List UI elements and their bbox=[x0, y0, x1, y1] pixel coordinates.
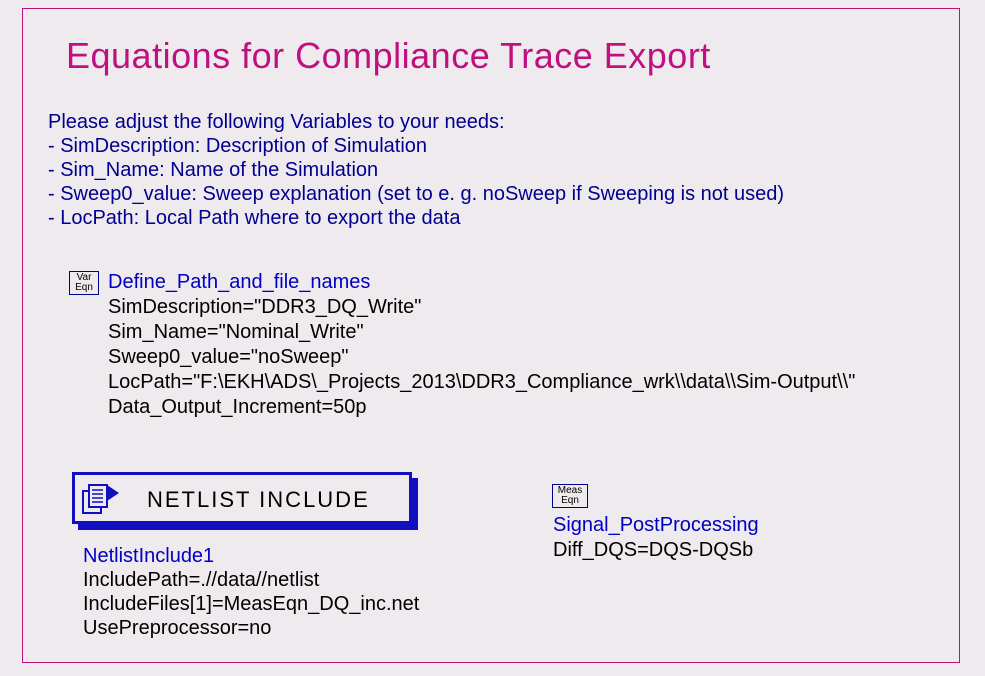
intro-line: Please adjust the following Variables to… bbox=[48, 110, 784, 134]
netlist-include-box: NETLIST INCLUDE bbox=[72, 472, 412, 524]
netlist-include-header: NetlistInclude1 bbox=[83, 544, 419, 568]
intro-line: - SimDescription: Description of Simulat… bbox=[48, 134, 784, 158]
netlist-include-icon bbox=[81, 481, 123, 515]
intro-line: - Sweep0_value: Sweep explanation (set t… bbox=[48, 182, 784, 206]
netlist-include-line: UsePreprocessor=no bbox=[83, 616, 419, 640]
meas-eqn-line: Diff_DQS=DQS-DQSb bbox=[553, 538, 759, 563]
meas-eqn-icon: Meas Eqn bbox=[552, 484, 588, 508]
var-eqn-line: LocPath="F:\EKH\ADS\_Projects_2013\DDR3_… bbox=[108, 370, 855, 395]
intro-line: - LocPath: Local Path where to export th… bbox=[48, 206, 784, 230]
meas-eqn-icon-line: Eqn bbox=[553, 496, 587, 506]
intro-text: Please adjust the following Variables to… bbox=[48, 110, 784, 230]
meas-eqn-header: Signal_PostProcessing bbox=[553, 513, 759, 538]
var-eqn-line: Sim_Name="Nominal_Write" bbox=[108, 320, 855, 345]
page-title: Equations for Compliance Trace Export bbox=[66, 35, 711, 77]
var-eqn-line: Sweep0_value="noSweep" bbox=[108, 345, 855, 370]
var-eqn-line: Data_Output_Increment=50p bbox=[108, 395, 855, 420]
var-eqn-icon: Var Eqn bbox=[69, 271, 99, 295]
netlist-include-line: IncludeFiles[1]=MeasEqn_DQ_inc.net bbox=[83, 592, 419, 616]
intro-line: - Sim_Name: Name of the Simulation bbox=[48, 158, 784, 182]
netlist-include-block: NetlistInclude1 IncludePath=.//data//net… bbox=[83, 544, 419, 640]
var-eqn-icon-line: Eqn bbox=[70, 283, 98, 293]
meas-eqn-block: Signal_PostProcessing Diff_DQS=DQS-DQSb bbox=[553, 513, 759, 563]
var-eqn-line: SimDescription="DDR3_DQ_Write" bbox=[108, 295, 855, 320]
netlist-include-label: NETLIST INCLUDE bbox=[147, 487, 370, 513]
var-eqn-block: Define_Path_and_file_names SimDescriptio… bbox=[108, 270, 855, 420]
netlist-include-line: IncludePath=.//data//netlist bbox=[83, 568, 419, 592]
var-eqn-header: Define_Path_and_file_names bbox=[108, 270, 855, 295]
